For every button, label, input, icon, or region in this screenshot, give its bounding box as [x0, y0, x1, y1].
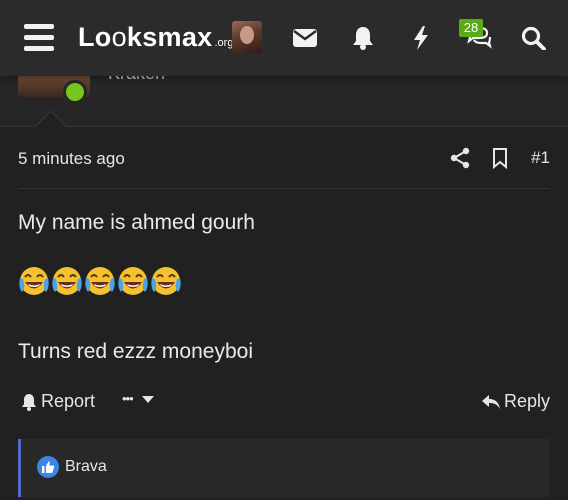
post-text-line-2: Turns red ezzz moneyboi: [18, 340, 253, 363]
post-body: 5 minutes ago #1 My name is ahmed gourh …: [0, 126, 568, 500]
caret-down-icon: [141, 395, 154, 403]
reaction-user[interactable]: Brava: [65, 458, 107, 476]
reply-icon: [481, 394, 500, 409]
joy-emoji: [118, 267, 148, 295]
top-navbar: Looksmax .org 28: [0, 0, 568, 76]
reply-button[interactable]: Reply: [481, 391, 550, 412]
joy-emoji: [151, 267, 181, 295]
joy-emoji: [52, 267, 82, 295]
post-actions: Report ••• Reply: [0, 391, 568, 419]
lightning-icon[interactable]: [408, 26, 434, 50]
site-logo[interactable]: Looksmax .org: [78, 22, 233, 52]
meta-divider: [18, 188, 550, 189]
bookmark-icon[interactable]: [489, 147, 511, 169]
logo-domain: .org: [214, 37, 234, 49]
bell-icon[interactable]: [350, 26, 376, 50]
report-button[interactable]: Report: [20, 391, 95, 412]
more-dots: •••: [122, 391, 134, 406]
bell-icon: [22, 393, 36, 411]
emoji-row: [18, 265, 183, 301]
reply-label: Reply: [503, 391, 550, 411]
message-pointer: [36, 112, 66, 127]
share-icon[interactable]: [449, 147, 471, 169]
online-status-indicator: [63, 80, 87, 104]
user-avatar[interactable]: [232, 21, 262, 53]
more-options-button[interactable]: •••: [122, 391, 155, 406]
menu-icon[interactable]: [24, 24, 54, 51]
mail-icon[interactable]: [292, 26, 318, 50]
post-meta-actions: #1: [431, 147, 550, 169]
conversations-badge[interactable]: 28: [459, 19, 483, 37]
post-number[interactable]: #1: [531, 148, 550, 168]
thumbs-up-icon: [37, 456, 59, 478]
post-timestamp[interactable]: 5 minutes ago: [18, 149, 125, 169]
reactions-bar[interactable]: Brava: [18, 439, 550, 497]
joy-emoji: [85, 267, 115, 295]
reaction-summary[interactable]: Brava: [37, 456, 107, 478]
report-label: Report: [41, 391, 96, 411]
logo-text: Looksmax: [78, 22, 213, 52]
joy-emoji: [19, 267, 49, 295]
search-icon[interactable]: [521, 26, 547, 50]
post-text-line-1: My name is ahmed gourh: [18, 211, 255, 234]
